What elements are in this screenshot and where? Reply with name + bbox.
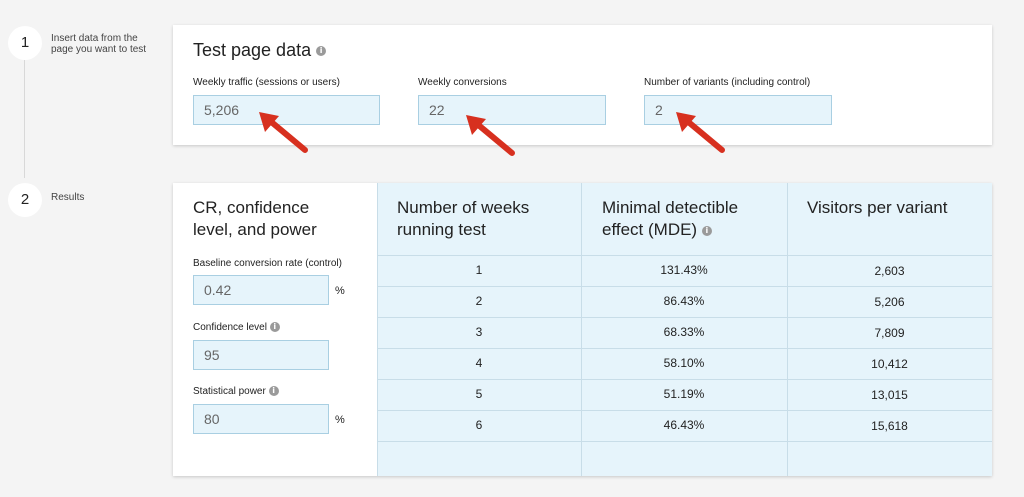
visitors-cell: 5,206 xyxy=(874,295,905,309)
step-connector-line xyxy=(24,60,25,178)
weekly-conversions-label: Weekly conversions xyxy=(418,77,507,88)
arrow-icon-conversions xyxy=(466,115,515,156)
weeks-cell: 1 xyxy=(475,263,483,277)
confidence-level-input[interactable] xyxy=(193,340,329,370)
results-table: Number of weeks running test Minimal det… xyxy=(377,183,992,476)
step-number-1: 1 xyxy=(8,26,42,60)
info-icon[interactable]: i xyxy=(269,322,280,333)
header-visitors: Visitors per variant xyxy=(807,198,948,217)
number-of-variants-label: Number of variants (including control) xyxy=(644,77,811,88)
info-icon[interactable]: i xyxy=(268,386,279,397)
mde-cell: 86.43% xyxy=(663,294,705,308)
confidence-level-label-text: Confidence level xyxy=(193,322,267,333)
info-icon[interactable]: i xyxy=(701,225,712,236)
settings-title: CR, confidence level, and power xyxy=(193,198,317,239)
row-divider xyxy=(377,441,992,442)
confidence-level-label: Confidence level i xyxy=(193,322,280,333)
row-divider xyxy=(377,255,992,256)
row-divider xyxy=(377,317,992,318)
row-divider xyxy=(377,286,992,287)
mde-cell: 46.43% xyxy=(663,418,705,432)
visitors-cell: 7,809 xyxy=(874,326,905,340)
weeks-cell: 3 xyxy=(475,325,483,339)
arrow-icon-traffic xyxy=(259,112,308,153)
weeks-cell: 2 xyxy=(475,294,483,308)
info-icon[interactable]: i xyxy=(316,46,327,57)
arrow-icon-variants xyxy=(676,112,725,153)
weeks-cell: 6 xyxy=(475,418,483,432)
weeks-cell: 4 xyxy=(475,356,483,370)
baseline-conversion-label: Baseline conversion rate (control) xyxy=(193,258,342,269)
visitors-cell: 15,618 xyxy=(871,419,908,433)
row-divider xyxy=(377,348,992,349)
settings-panel: CR, confidence level, and power Baseline… xyxy=(173,183,377,476)
mde-cell: 131.43% xyxy=(660,263,708,277)
visitors-cell: 13,015 xyxy=(871,388,908,402)
test-page-data-title-text: Test page data xyxy=(193,40,312,60)
header-weeks: Number of weeks running test xyxy=(397,198,530,239)
step-1-description: Insert data from the page you want to te… xyxy=(51,33,147,55)
visitors-cell: 10,412 xyxy=(871,357,908,371)
power-unit: % xyxy=(335,414,345,426)
mde-cell: 68.33% xyxy=(663,325,705,339)
weekly-traffic-label: Weekly traffic (sessions or users) xyxy=(193,77,340,88)
row-divider xyxy=(377,410,992,411)
baseline-conversion-input[interactable] xyxy=(193,275,329,305)
step-2-description: Results xyxy=(51,192,85,203)
test-page-data-title: Test page data i xyxy=(193,40,327,61)
mde-cell: 51.19% xyxy=(663,387,705,401)
statistical-power-label: Statistical power i xyxy=(193,386,279,397)
row-divider xyxy=(377,379,992,380)
mde-cell: 58.10% xyxy=(663,356,705,370)
baseline-unit: % xyxy=(335,285,345,297)
statistical-power-input[interactable] xyxy=(193,404,329,434)
header-mde: Minimal detectible effect (MDE) i xyxy=(602,197,777,241)
header-mde-text: Minimal detectible effect (MDE) xyxy=(602,198,739,239)
step-number-2: 2 xyxy=(8,183,42,217)
weeks-cell: 5 xyxy=(475,387,483,401)
visitors-cell: 2,603 xyxy=(874,264,905,278)
statistical-power-label-text: Statistical power xyxy=(193,386,266,397)
